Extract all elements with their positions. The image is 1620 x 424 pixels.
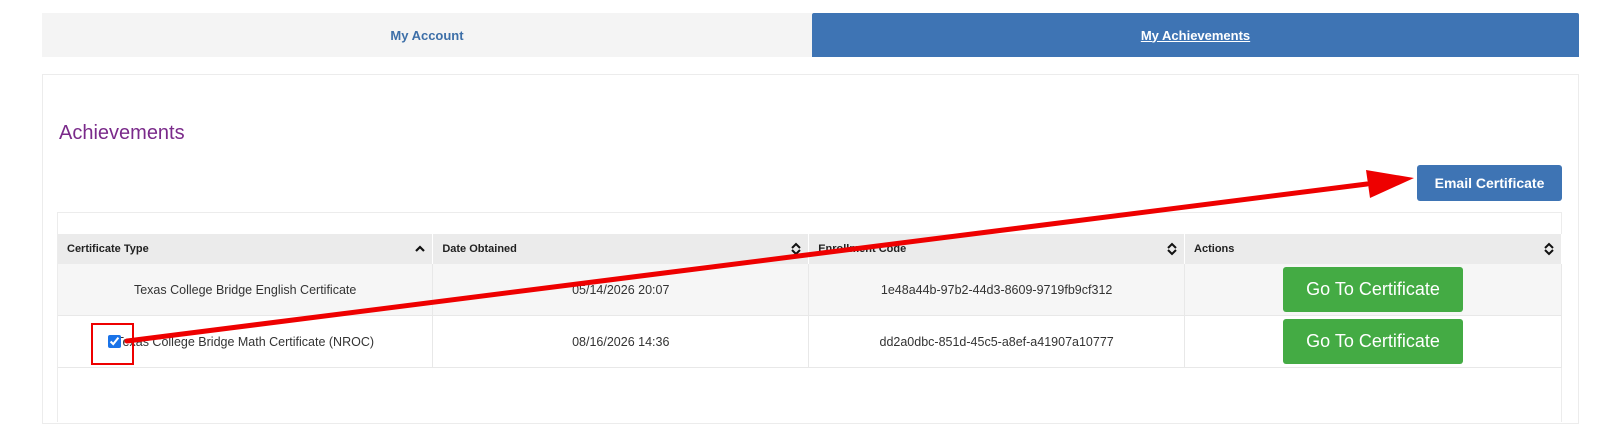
column-header-date-obtained[interactable]: Date Obtained: [432, 234, 810, 264]
certificate-type-cell: Texas College Bridge Math Certificate (N…: [58, 315, 434, 368]
certificate-name: Texas College Bridge English Certificate: [133, 282, 357, 297]
achievements-table: Certificate Type Date Obtained Enrollmen…: [58, 234, 1562, 368]
table-row: Texas College Bridge English Certificate…: [58, 264, 1562, 316]
table-row: Texas College Bridge Math Certificate (N…: [58, 315, 1562, 368]
page-title: Achievements: [59, 122, 185, 144]
date-obtained-cell: 08/16/2026 14:36: [432, 315, 810, 368]
tab-my-achievements[interactable]: My Achievements: [812, 13, 1579, 57]
actions-cell: Go To Certificate: [1184, 264, 1562, 316]
account-tabs: My Account My Achievements: [42, 13, 1579, 57]
column-header-label: Enrollment Code: [818, 243, 907, 255]
table-header-row: Certificate Type Date Obtained Enrollmen…: [58, 234, 1562, 264]
go-to-certificate-button[interactable]: Go To Certificate: [1283, 267, 1464, 312]
column-header-label: Certificate Type: [67, 243, 149, 255]
column-header-enrollment-code[interactable]: Enrollment Code: [808, 234, 1186, 264]
tab-my-account[interactable]: My Account: [42, 13, 812, 57]
date-obtained-cell: 05/14/2026 20:07: [432, 264, 810, 316]
actions-cell: Go To Certificate: [1184, 315, 1562, 368]
sort-both-icon[interactable]: [790, 242, 802, 256]
email-certificate-button[interactable]: Email Certificate: [1417, 165, 1562, 201]
certificate-type-cell: Texas College Bridge English Certificate: [58, 264, 434, 316]
enrollment-code-cell: dd2a0dbc-851d-45c5-a8ef-a41907a10777: [808, 315, 1186, 368]
sort-both-icon[interactable]: [1543, 242, 1555, 256]
enrollment-code-cell: 1e48a44b-97b2-44d3-8609-9719fb9cf312: [808, 264, 1186, 316]
sort-ascending-icon[interactable]: [414, 242, 426, 256]
column-header-label: Actions: [1194, 243, 1235, 255]
column-header-certificate-type[interactable]: Certificate Type: [58, 234, 434, 264]
row-select-checkbox[interactable]: [108, 335, 121, 348]
column-header-label: Date Obtained: [442, 243, 517, 255]
go-to-certificate-button[interactable]: Go To Certificate: [1283, 319, 1464, 364]
sort-both-icon[interactable]: [1166, 242, 1178, 256]
column-header-actions[interactable]: Actions: [1184, 234, 1562, 264]
certificate-name: Texas College Bridge Math Certificate (N…: [116, 334, 375, 349]
